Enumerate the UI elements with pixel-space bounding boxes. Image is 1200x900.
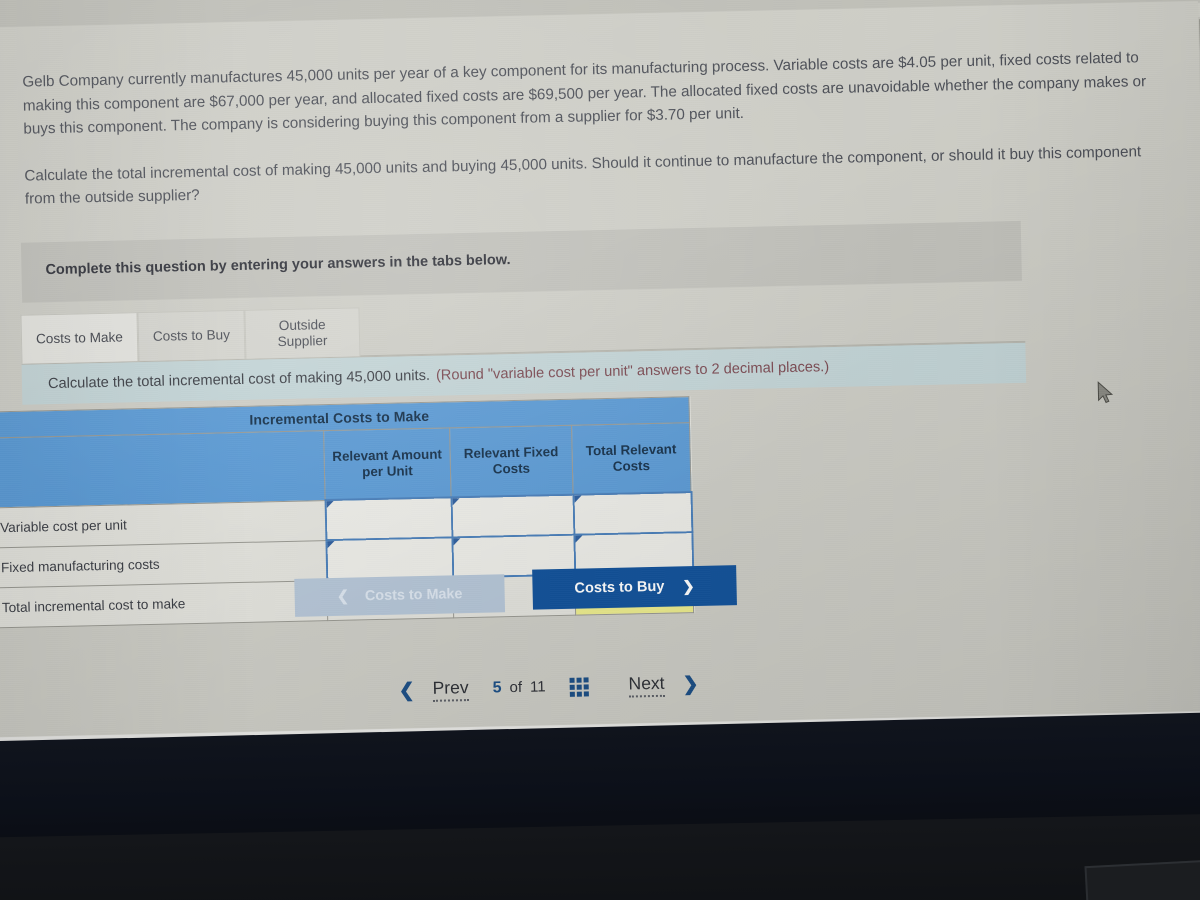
tab-costs-to-buy-label: Costs to Buy	[152, 327, 231, 344]
pager-of-label: of	[509, 678, 523, 697]
instruction-main-text: Calculate the total incremental cost of …	[47, 367, 431, 393]
pager-next-chevron-icon[interactable]: ❯	[682, 673, 698, 696]
complete-question-text: Complete this question by entering your …	[45, 252, 511, 279]
pager-prev-chevron-icon[interactable]: ❮	[398, 679, 415, 702]
top-toolbar: Saved Help Save & Exit Submit	[0, 0, 1200, 28]
table-header-amount-per-unit: Relevant Amount per Unit	[323, 427, 452, 501]
tab-outside-supplier-label: Outside Supplier	[277, 317, 328, 350]
screen-surface: Saved Help Save & Exit Submit ▲ Gelb Com…	[0, 0, 1200, 788]
pager-total-pages: 11	[529, 678, 546, 696]
row-label-total-incremental-cost-to-make: Total incremental cost to make	[0, 580, 328, 628]
input-variable-cost-amount-per-unit[interactable]	[325, 497, 452, 541]
prev-tab-label: Costs to Make	[364, 586, 463, 605]
table-header-relevant-fixed-costs: Relevant Fixed Costs	[449, 425, 574, 498]
question-paragraph-2: Calculate the total incremental cost of …	[24, 142, 1142, 208]
homework-page: Saved Help Save & Exit Submit ▲ Gelb Com…	[0, 0, 1200, 788]
monitor-photo: Saved Help Save & Exit Submit ▲ Gelb Com…	[0, 0, 1200, 900]
grid-menu-icon[interactable]	[569, 676, 589, 697]
chevron-left-icon: ❮	[336, 588, 350, 605]
pager-count: 5 of 11	[492, 678, 545, 697]
complete-question-banner: Complete this question by entering your …	[20, 220, 1022, 303]
pager-current-page: 5	[492, 679, 502, 697]
tab-costs-to-make[interactable]: Costs to Make	[20, 312, 139, 364]
input-variable-cost-total-costs[interactable]	[573, 492, 692, 535]
instruction-hint-text: (Round "variable cost per unit" answers …	[435, 359, 830, 384]
prev-tab-button[interactable]: ❮ Costs to Make	[294, 574, 506, 617]
question-pager: ❮ Prev 5 of 11 Next ❯	[398, 672, 699, 703]
question-stem: Gelb Company currently manufactures 45,0…	[22, 46, 1150, 234]
next-tab-button[interactable]: Costs to Buy ❯	[532, 565, 737, 610]
table-header-blank	[0, 430, 326, 508]
input-variable-cost-fixed-costs[interactable]	[451, 494, 574, 538]
pager-prev-button[interactable]: Prev	[432, 677, 469, 702]
tab-outside-supplier[interactable]: Outside Supplier	[244, 307, 361, 359]
tab-costs-to-make-label: Costs to Make	[35, 329, 124, 347]
pager-next-button[interactable]: Next	[628, 672, 665, 698]
input-fixed-manufacturing-amount-per-unit[interactable]	[325, 537, 453, 581]
next-tab-label: Costs to Buy	[574, 578, 665, 597]
chevron-right-icon: ❯	[682, 578, 695, 595]
tab-costs-to-buy[interactable]: Costs to Buy	[137, 309, 246, 362]
mouse-cursor-icon	[1097, 381, 1114, 404]
table-header-total-relevant-costs: Total Relevant Costs	[571, 422, 692, 495]
question-paragraph-1: Gelb Company currently manufactures 45,0…	[22, 49, 1147, 138]
